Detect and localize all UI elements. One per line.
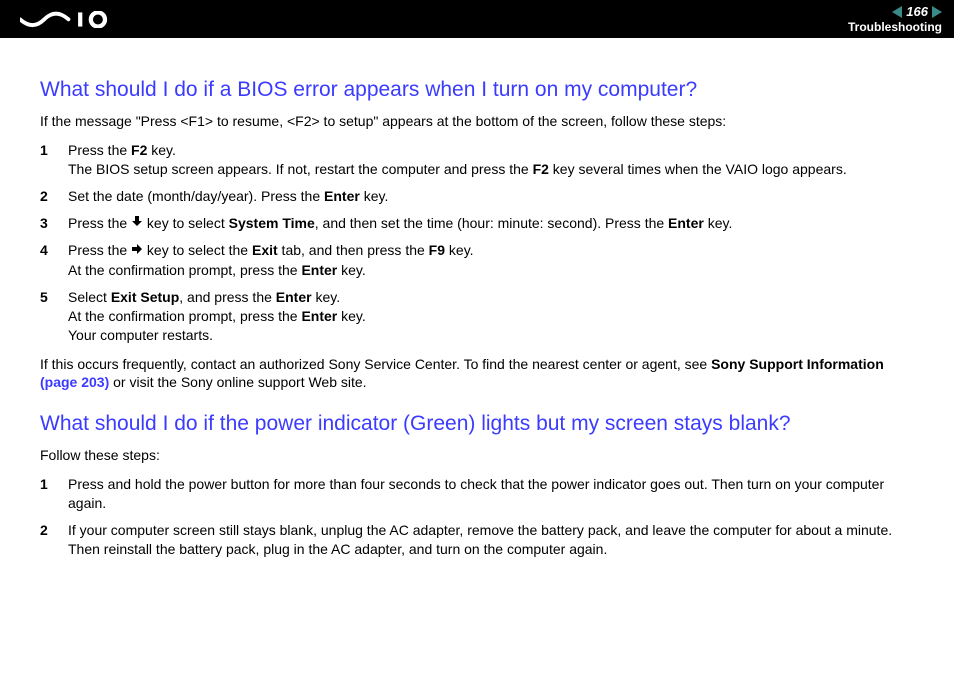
step-5: Select Exit Setup, and press the Enter k… xyxy=(40,288,914,345)
step-1: Press and hold the power button for more… xyxy=(40,475,914,513)
text: The BIOS setup screen appears. If not, r… xyxy=(68,161,533,177)
text: key to select the xyxy=(143,242,252,258)
header-right: 166 Troubleshooting xyxy=(848,4,942,34)
text: key. xyxy=(147,142,176,158)
page-navigation: 166 xyxy=(892,4,942,19)
text-bold: F9 xyxy=(429,242,445,258)
step-2: Set the date (month/day/year). Press the… xyxy=(40,187,914,206)
text-bold: Exit Setup xyxy=(111,289,179,305)
text: Press the xyxy=(68,142,131,158)
text: key. xyxy=(312,289,341,305)
down-arrow-icon xyxy=(131,213,143,232)
vaio-logo xyxy=(20,0,119,38)
page-link[interactable]: (page 203) xyxy=(40,374,109,390)
text: , and press the xyxy=(179,289,276,305)
text: key. xyxy=(337,308,366,324)
header-bar: 166 Troubleshooting xyxy=(0,0,954,38)
section1-steps: Press the F2 key. The BIOS setup screen … xyxy=(40,141,914,345)
text: tab, and then press the xyxy=(278,242,429,258)
step-2: If your computer screen still stays blan… xyxy=(40,521,914,559)
text: key. xyxy=(360,188,389,204)
section2-heading: What should I do if the power indicator … xyxy=(40,412,914,436)
section1-intro: If the message "Press <F1> to resume, <F… xyxy=(40,112,914,131)
text: Press the xyxy=(68,215,131,231)
text-bold: Enter xyxy=(301,262,337,278)
text: At the confirmation prompt, press the xyxy=(68,262,301,278)
text-bold: Enter xyxy=(668,215,704,231)
step-3: Press the key to select System Time, and… xyxy=(40,214,914,234)
text: key to select xyxy=(143,215,229,231)
step-4: Press the key to select the Exit tab, an… xyxy=(40,241,914,280)
nav-next-icon[interactable] xyxy=(932,6,942,18)
text: Select xyxy=(68,289,111,305)
nav-prev-icon[interactable] xyxy=(892,6,902,18)
section2: What should I do if the power indicator … xyxy=(40,412,914,558)
text: or visit the Sony online support Web sit… xyxy=(109,374,366,390)
text: key. xyxy=(704,215,733,231)
text-bold: F2 xyxy=(533,161,549,177)
page-content: What should I do if a BIOS error appears… xyxy=(0,38,954,559)
text: Press the xyxy=(68,242,131,258)
section2-steps: Press and hold the power button for more… xyxy=(40,475,914,559)
text-bold: Enter xyxy=(276,289,312,305)
text: , and then set the time (hour: minute: s… xyxy=(315,215,668,231)
text-bold: F2 xyxy=(131,142,147,158)
section2-intro: Follow these steps: xyxy=(40,446,914,465)
text: key. xyxy=(337,262,366,278)
text-bold: Enter xyxy=(324,188,360,204)
text-bold: Enter xyxy=(301,308,337,324)
step-1: Press the F2 key. The BIOS setup screen … xyxy=(40,141,914,179)
text: key. xyxy=(445,242,474,258)
text: Your computer restarts. xyxy=(68,327,213,343)
text: At the confirmation prompt, press the xyxy=(68,308,301,324)
text-bold: Sony Support Information xyxy=(711,356,884,372)
text: key several times when the VAIO logo app… xyxy=(549,161,847,177)
text: Set the date (month/day/year). Press the xyxy=(68,188,324,204)
right-arrow-icon xyxy=(131,241,143,260)
text: If this occurs frequently, contact an au… xyxy=(40,356,711,372)
page-number: 166 xyxy=(906,4,928,19)
section-label: Troubleshooting xyxy=(848,20,942,34)
section1-outro: If this occurs frequently, contact an au… xyxy=(40,355,914,393)
section1-heading: What should I do if a BIOS error appears… xyxy=(40,78,914,102)
text-bold: System Time xyxy=(229,215,315,231)
text-bold: Exit xyxy=(252,242,278,258)
